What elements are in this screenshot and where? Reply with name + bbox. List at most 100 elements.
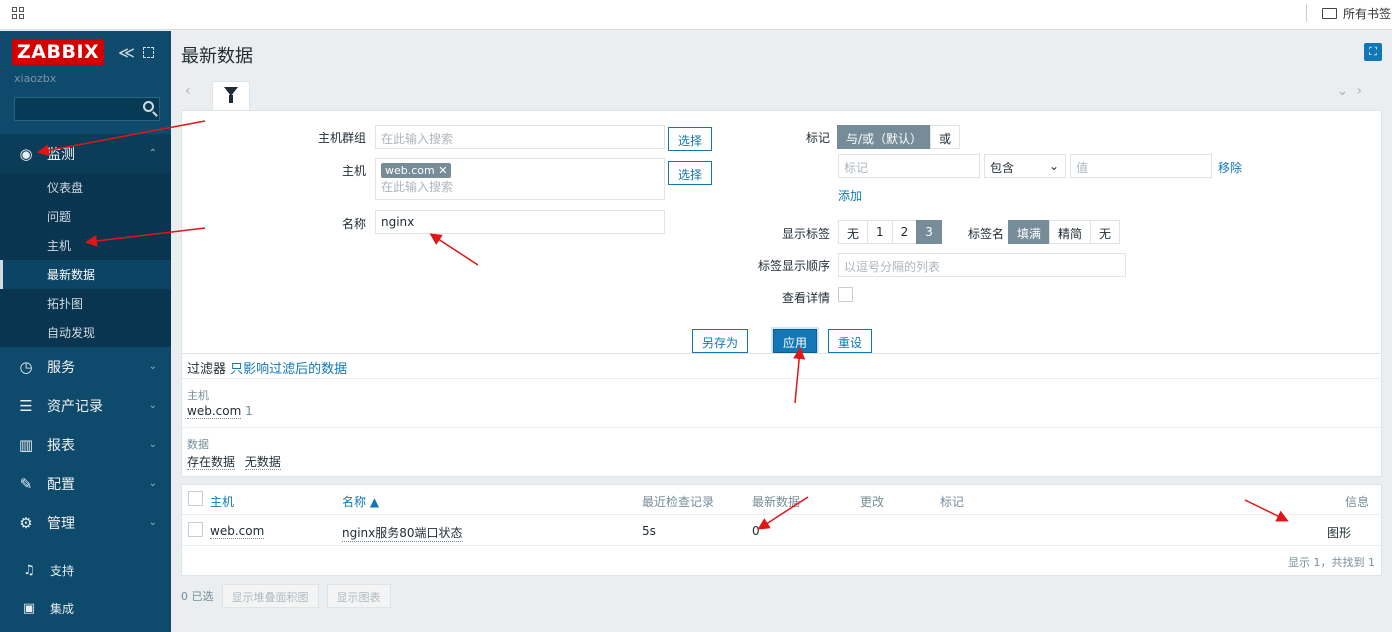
- menu-item-configuration[interactable]: ✎ 配置 ⌄: [0, 464, 171, 503]
- remove-chip-icon[interactable]: ✕: [438, 164, 447, 177]
- row-host[interactable]: web.com: [210, 524, 265, 539]
- chevron-down-icon: ⌄: [148, 400, 157, 411]
- or-option[interactable]: 或: [930, 125, 961, 149]
- menu-item-monitoring[interactable]: ◉ 监测 ⌃: [0, 134, 171, 173]
- column-host[interactable]: 主机: [210, 493, 234, 510]
- server-name: xiaozbx: [14, 72, 57, 85]
- apply-button[interactable]: 应用: [773, 329, 818, 353]
- menu-item-reports[interactable]: ▥ 报表 ⌄: [0, 425, 171, 464]
- tag-name-none[interactable]: 无: [1090, 220, 1121, 244]
- tag-operator-select[interactable]: 包含 ⌄: [984, 154, 1066, 178]
- chevron-up-icon: ⌃: [148, 148, 157, 159]
- menu-item-support[interactable]: ♫ 支持: [0, 551, 171, 589]
- with-data-link[interactable]: 存在数据: [187, 455, 236, 470]
- host-filter-count: 1: [245, 404, 253, 418]
- filter-tab-bar: ‹ ⌄›: [171, 75, 1382, 111]
- eye-icon: ◉: [19, 144, 33, 163]
- menu-item-administration[interactable]: ⚙ 管理 ⌄: [0, 503, 171, 542]
- submenu-item-problems[interactable]: 问题: [0, 202, 171, 231]
- tags-operator-toggle[interactable]: 与/或（默认） 或: [837, 125, 961, 149]
- chevron-down-right-icons[interactable]: ⌄›: [1337, 83, 1370, 99]
- filter-icon: [224, 87, 238, 103]
- tag-name-input[interactable]: 标记: [838, 154, 980, 178]
- row-name[interactable]: nginx服务80端口状态: [342, 524, 463, 542]
- name-input[interactable]: nginx: [375, 210, 665, 234]
- host-group-select-button[interactable]: 选择: [668, 127, 713, 151]
- host-group-input[interactable]: 在此输入搜索: [375, 125, 665, 149]
- show-tags-3[interactable]: 3: [916, 220, 942, 244]
- filter-summary-title: 过滤器 只影响过滤后的数据: [187, 358, 347, 377]
- apps-grid-icon[interactable]: [12, 7, 26, 21]
- host-group-label: 主机群组: [318, 131, 367, 145]
- tag-name-short[interactable]: 精简: [1049, 220, 1092, 244]
- and-or-option[interactable]: 与/或（默认）: [837, 125, 932, 149]
- menu-item-inventory[interactable]: ☰ 资产记录 ⌄: [0, 386, 171, 425]
- add-tag-link[interactable]: 添加: [838, 187, 862, 204]
- menu-item-services[interactable]: ◷ 服务 ⌄: [0, 347, 171, 386]
- show-tags-1[interactable]: 1: [867, 220, 893, 244]
- host-multiselect[interactable]: web.com ✕ 在此输入搜索: [375, 158, 665, 200]
- sidebar-search-input[interactable]: [14, 97, 160, 121]
- host-chip[interactable]: web.com ✕: [381, 163, 452, 178]
- chart-icon: ▥: [18, 435, 34, 454]
- tag-name-full[interactable]: 填满: [1008, 220, 1051, 244]
- show-tags-2[interactable]: 2: [891, 220, 918, 244]
- name-label: 名称: [342, 217, 367, 231]
- without-data-link[interactable]: 无数据: [244, 455, 281, 470]
- reset-button[interactable]: 重设: [828, 329, 873, 353]
- menu-label: 管理: [47, 515, 75, 532]
- host-label: 主机: [342, 164, 367, 178]
- all-bookmarks-label: 所有书签: [1343, 7, 1392, 21]
- show-details-checkbox[interactable]: [838, 287, 853, 302]
- remove-tag-link[interactable]: 移除: [1218, 159, 1242, 176]
- tag-name-label: 标签名: [968, 227, 1005, 241]
- show-tags-none[interactable]: 无: [838, 220, 869, 244]
- zabbix-logo[interactable]: ZABBIX: [12, 39, 105, 65]
- kiosk-mode-icon[interactable]: ⛶: [1364, 43, 1382, 61]
- menu-label: 集成: [50, 601, 75, 616]
- menu-label: 资产记录: [47, 398, 103, 415]
- data-filter-row: 存在数据 无数据: [187, 453, 281, 470]
- logo-row: ZABBIX ≪: [12, 39, 154, 65]
- chevron-down-icon: ⌄: [148, 517, 157, 528]
- table-footer: 显示 1，共找到 1: [1288, 556, 1375, 569]
- hide-sidebar-icon[interactable]: [142, 46, 154, 58]
- bookmarks-separator: [1306, 4, 1307, 22]
- bottom-menu: ♫ 支持 ▣ 集成: [0, 551, 171, 627]
- tag-name-toggle[interactable]: 填满 精简 无: [1008, 220, 1121, 244]
- submenu-item-dashboard[interactable]: 仪表盘: [0, 173, 171, 202]
- host-select-button[interactable]: 选择: [668, 161, 713, 185]
- search-icon[interactable]: [143, 101, 154, 112]
- row-graph-link[interactable]: 图形: [1327, 524, 1351, 541]
- show-details-label: 查看详情: [782, 291, 831, 305]
- row-divider: [182, 545, 1381, 546]
- collapse-sidebar-icon[interactable]: ≪: [118, 43, 135, 62]
- tags-label: 标记: [806, 131, 831, 145]
- submenu-item-hosts[interactable]: 主机: [0, 231, 171, 260]
- selected-count: 0 已选: [181, 590, 214, 603]
- chevron-left-icon[interactable]: ‹: [185, 83, 191, 99]
- stacked-graph-button[interactable]: 显示堆叠面积图: [221, 584, 319, 608]
- tag-value-input[interactable]: 值: [1070, 154, 1212, 178]
- tag-priority-input[interactable]: 以逗号分隔的列表: [838, 253, 1126, 277]
- host-filter-link[interactable]: web.com: [187, 404, 242, 419]
- monitoring-submenu: 仪表盘 问题 主机 最新数据 拓扑图 自动发现: [0, 173, 171, 347]
- graph-button[interactable]: 显示图表: [326, 584, 391, 608]
- select-all-checkbox[interactable]: [188, 491, 203, 506]
- column-name[interactable]: 名称 ▲: [342, 493, 379, 510]
- filter-summary-heading: 过滤器: [187, 362, 227, 377]
- divider: [182, 427, 1381, 428]
- submenu-item-latest-data[interactable]: 最新数据: [0, 260, 171, 289]
- divider: [182, 378, 1381, 379]
- all-bookmarks-button[interactable]: 所有书签: [1322, 5, 1391, 22]
- filter-summary: 过滤器 只影响过滤后的数据 主机 web.com 1 数据 存在数据 无数据: [181, 353, 1382, 477]
- submenu-item-discovery[interactable]: 自动发现: [0, 318, 171, 347]
- show-tags-toggle[interactable]: 无 1 2 3: [838, 220, 942, 244]
- menu-item-integrations[interactable]: ▣ 集成: [0, 589, 171, 627]
- submenu-item-maps[interactable]: 拓扑图: [0, 289, 171, 318]
- save-as-button[interactable]: 另存为: [692, 329, 749, 353]
- filter-tab[interactable]: [212, 81, 250, 111]
- column-last-value: 最新数据: [752, 495, 801, 509]
- tag-operator-value: 包含: [990, 161, 1015, 175]
- row-checkbox[interactable]: [188, 522, 203, 537]
